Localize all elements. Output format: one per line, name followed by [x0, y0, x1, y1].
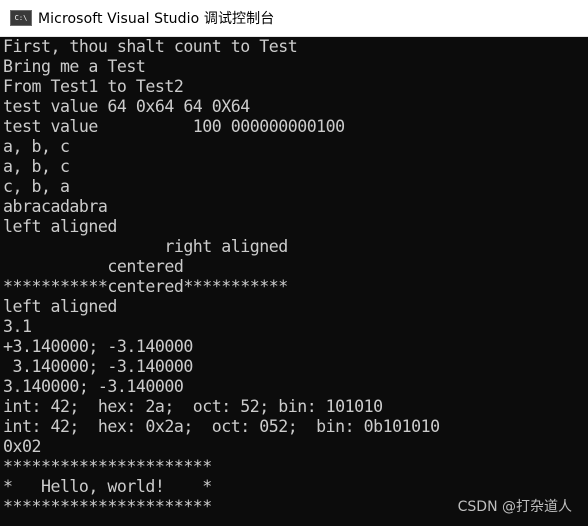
console-line: ***********centered***********: [3, 277, 288, 296]
console-line: a, b, c: [3, 157, 70, 176]
console-line: +3.140000; -3.140000: [3, 337, 193, 356]
window-title: Microsoft Visual Studio 调试控制台: [38, 11, 275, 27]
console-icon-glyph: C:\: [14, 13, 28, 22]
console-line: int: 42; hex: 0x2a; oct: 052; bin: 0b101…: [3, 417, 440, 436]
console-line: right aligned: [3, 237, 288, 256]
console-line: centered: [3, 257, 184, 276]
console-line: Bring me a Test: [3, 57, 146, 76]
console-window: C:\ Microsoft Visual Studio 调试控制台 First,…: [0, 0, 588, 526]
console-line: left aligned: [3, 217, 117, 236]
console-line: abracadabra: [3, 197, 108, 216]
console-line: 0x02: [3, 437, 41, 456]
console-line: **********************: [3, 457, 212, 476]
title-bar[interactable]: C:\ Microsoft Visual Studio 调试控制台: [0, 0, 588, 37]
console-line: a, b, c: [3, 137, 70, 156]
console-line: 3.140000; -3.140000: [3, 357, 193, 376]
console-line: * Hello, world! *: [3, 477, 212, 496]
console-line: c, b, a: [3, 177, 70, 196]
console-line: test value 64 0x64 64 0X64: [3, 97, 250, 116]
console-line: 3.1: [3, 317, 32, 336]
console-line: int: 42; hex: 2a; oct: 52; bin: 101010: [3, 397, 383, 416]
console-output[interactable]: First, thou shalt count to Test Bring me…: [3, 37, 588, 526]
console-line: left aligned: [3, 297, 117, 316]
console-line: From Test1 to Test2: [3, 77, 184, 96]
console-line: 3.140000; -3.140000: [3, 377, 184, 396]
console-line: test value 100 000000000100: [3, 117, 345, 136]
console-line: First, thou shalt count to Test: [3, 37, 298, 56]
watermark: CSDN @打杂道人: [457, 499, 572, 515]
console-app-icon: C:\: [10, 10, 32, 26]
